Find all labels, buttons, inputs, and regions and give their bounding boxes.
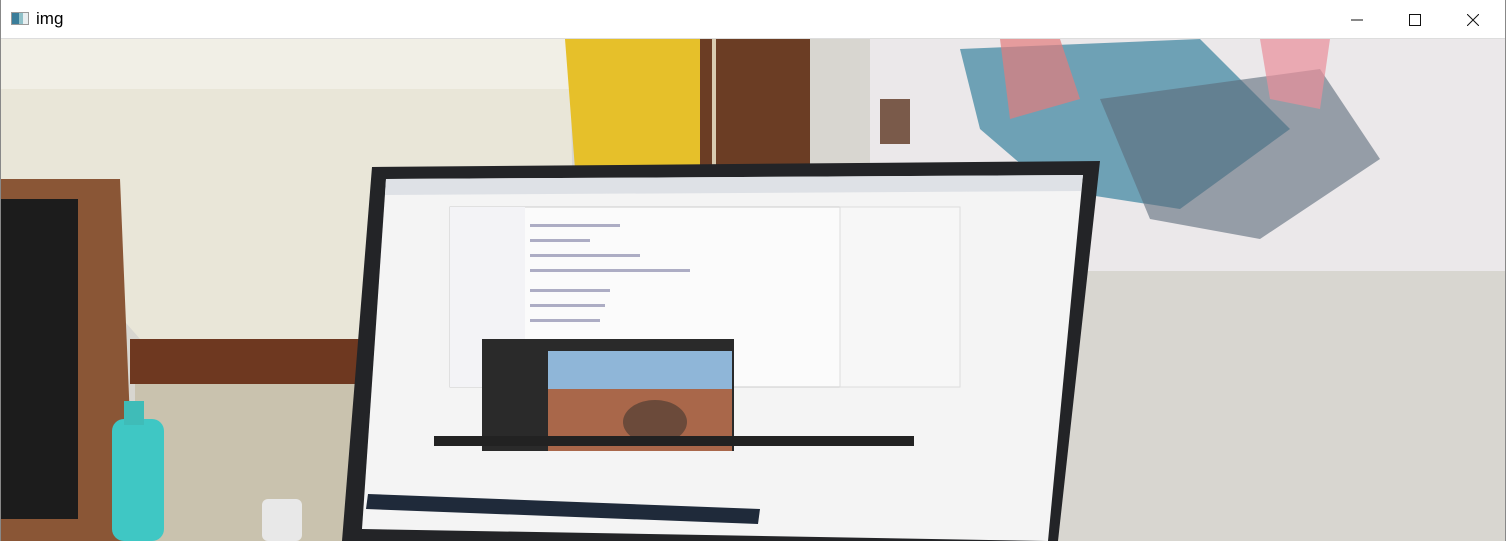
maximize-icon bbox=[1409, 13, 1421, 26]
close-icon bbox=[1467, 13, 1479, 26]
title-bar[interactable]: img bbox=[0, 0, 1506, 39]
window-border-left bbox=[0, 0, 1, 541]
close-button[interactable] bbox=[1444, 0, 1502, 39]
maximize-button[interactable] bbox=[1386, 0, 1444, 39]
image-window-icon bbox=[11, 12, 29, 25]
photo-canvas bbox=[0, 39, 1506, 541]
minimize-button[interactable] bbox=[1328, 0, 1386, 39]
minimize-icon bbox=[1351, 19, 1363, 20]
window-title: img bbox=[36, 9, 64, 28]
